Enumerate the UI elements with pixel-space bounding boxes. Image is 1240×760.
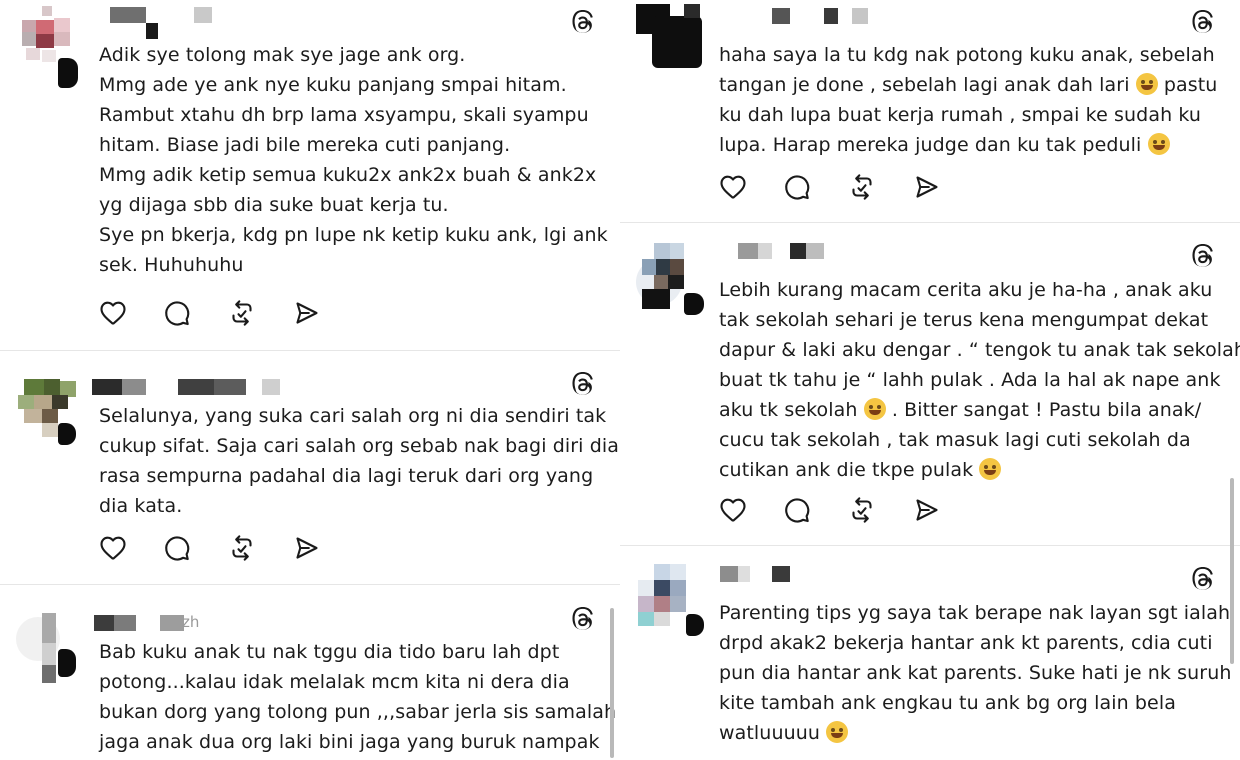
post-text: Parenting tips yg saya tak berape nak la… <box>719 598 1232 748</box>
post-line: yg dijaga sbb dia suke buat kerja tu. <box>99 194 449 216</box>
post-line: dia kata. <box>99 495 183 517</box>
post-line: bukan dorg yang tolong pun ,,,sabar jerl… <box>99 701 617 723</box>
post-line: pastu <box>1163 74 1218 96</box>
post-card[interactable]: Parenting tips yg saya tak berape nak la… <box>620 546 1240 760</box>
post-line: Rambut xtahu dh brp lama xsyampu, skali … <box>99 104 589 126</box>
post-line-with-emoji: tangan je done , sebelah lagi anak dah l… <box>719 70 1229 100</box>
sweat-smile-emoji-icon <box>863 398 886 420</box>
post-text: Adik sye tolong mak sye jage ank org. Mm… <box>99 40 609 280</box>
post-line: Bab kuku anak tu nak tggu dia tido baru … <box>99 641 560 663</box>
heart-icon[interactable] <box>98 533 128 563</box>
post-line: jaga anak dua org laki bini jaga yang bu… <box>99 731 600 753</box>
post-line: rasa sempurna padahal dia lagi teruk dar… <box>99 465 594 487</box>
post-line: . Bitter sangat ! Pastu bila anak/ <box>891 399 1202 421</box>
avatar[interactable] <box>16 613 78 683</box>
rofl-emoji-icon <box>826 721 849 743</box>
post-line: ku dah lupa buat kerja rumah , smpai ke … <box>719 104 1202 126</box>
repost-icon[interactable] <box>847 172 877 202</box>
post-card[interactable]: Adik sye tolong mak sye jage ank org. Mm… <box>0 0 620 350</box>
send-icon[interactable] <box>291 298 321 328</box>
post-line: hitam. Biase jadi bile mereka cuti panja… <box>99 134 511 156</box>
send-icon[interactable] <box>291 533 321 563</box>
comment-icon[interactable] <box>782 495 812 525</box>
send-icon[interactable] <box>911 495 941 525</box>
threads-icon[interactable] <box>1190 244 1216 270</box>
heart-icon[interactable] <box>718 495 748 525</box>
right-column: haha saya la tu kdg nak potong kuku anak… <box>620 0 1240 760</box>
repost-icon[interactable] <box>227 533 257 563</box>
post-line: Mmg adik ketip semua kuku2x ank2x buah &… <box>99 164 597 186</box>
repost-icon[interactable] <box>847 495 877 525</box>
post-text: Selalunya, yang suka cari salah org ni d… <box>99 401 619 521</box>
post-line: watluuuuu <box>719 722 821 744</box>
post-line: lupa. Harap mereka judge dan ku tak pedu… <box>719 134 1142 156</box>
post-line: buat tk tahu je “ lahh pulak . Ada la ha… <box>719 369 1221 391</box>
post-line: Selalunya, yang suka cari salah org ni d… <box>99 405 607 427</box>
heart-icon[interactable] <box>718 172 748 202</box>
post-line: Adik sye tolong mak sye jage ank org. <box>99 44 466 66</box>
post-line: haha saya la tu kdg nak potong kuku anak… <box>719 44 1215 66</box>
post-line: cucu tak sekolah , tak masuk lagi cuti s… <box>719 429 1191 451</box>
threads-icon[interactable] <box>570 607 596 633</box>
repost-icon[interactable] <box>227 298 257 328</box>
scrollbar[interactable] <box>1230 478 1234 664</box>
post-text: Lebih kurang macam cerita aku je ha-ha ,… <box>719 275 1240 485</box>
post-card[interactable]: Lebih kurang macam cerita aku je ha-ha ,… <box>620 223 1240 545</box>
post-line: Lebih kurang macam cerita aku je ha-ha ,… <box>719 279 1213 301</box>
post-line-with-emoji: aku tk sekolah . Bitter sangat ! Pastu b… <box>719 395 1229 425</box>
post-line: dapur & laki aku dengar . “ tengok tu an… <box>719 339 1240 361</box>
comment-icon[interactable] <box>162 533 192 563</box>
post-line: Mmg ade ye ank nye kuku panjang smpai hi… <box>99 74 567 96</box>
post-line-with-emoji: cutikan ank die tkpe pulak <box>719 455 1229 485</box>
rofl-emoji-icon <box>1147 133 1170 155</box>
post-line: tangan je done , sebelah lagi anak dah l… <box>719 74 1130 96</box>
threads-icon[interactable] <box>570 372 596 398</box>
send-icon[interactable] <box>911 172 941 202</box>
left-column: Adik sye tolong mak sye jage ank org. Mm… <box>0 0 620 760</box>
avatar[interactable] <box>636 0 702 70</box>
post-line: tak sekolah sehari je terus kena mengump… <box>719 309 1209 331</box>
heart-icon[interactable] <box>98 298 128 328</box>
post-text: Bab kuku anak tu nak tggu dia tido baru … <box>99 637 617 757</box>
post-line: drpd akak2 bekerja hantar ank kt parents… <box>719 632 1213 654</box>
avatar[interactable] <box>636 564 704 636</box>
avatar[interactable] <box>16 379 78 449</box>
threads-icon[interactable] <box>570 10 596 36</box>
comment-icon[interactable] <box>162 298 192 328</box>
post-line: cutikan ank die tkpe pulak <box>719 459 974 481</box>
post-line: Sye pn bkerja, kdg pn lupe nk ketip kuku… <box>99 224 608 246</box>
avatar[interactable] <box>636 243 704 315</box>
post-line: kite tambah ank engkau tu ank bg org lai… <box>719 692 1176 714</box>
post-line: aku tk sekolah <box>719 399 858 421</box>
post-line: sek. Huhuhuhu <box>99 254 244 276</box>
post-line: cukup sifat. Saja cari salah org sebab n… <box>99 435 619 457</box>
post-line-with-emoji: lupa. Harap mereka judge dan ku tak pedu… <box>719 130 1229 160</box>
comment-icon[interactable] <box>782 172 812 202</box>
threads-icon[interactable] <box>1190 567 1216 593</box>
post-line: Parenting tips yg saya tak berape nak la… <box>719 602 1231 624</box>
post-card[interactable]: haha saya la tu kdg nak potong kuku anak… <box>620 0 1240 222</box>
post-card[interactable]: Selalunya, yang suka cari salah org ni d… <box>0 351 620 584</box>
post-line: pun dia hantar ank kat parents. Suke hat… <box>719 662 1232 684</box>
post-line-with-emoji: watluuuuu <box>719 718 1229 748</box>
post-line: potong...kalau idak melalak mcm kita ni … <box>99 671 570 693</box>
post-card[interactable]: zh Bab kuku anak tu nak tggu dia tido ba… <box>0 585 620 760</box>
username-fragment: zh <box>182 613 200 631</box>
threads-icon[interactable] <box>1190 10 1216 36</box>
avatar[interactable] <box>16 6 78 88</box>
rofl-emoji-icon <box>1135 73 1158 95</box>
post-text: haha saya la tu kdg nak potong kuku anak… <box>719 40 1229 160</box>
scrollbar[interactable] <box>610 608 614 758</box>
joy-emoji-icon <box>979 458 1002 480</box>
